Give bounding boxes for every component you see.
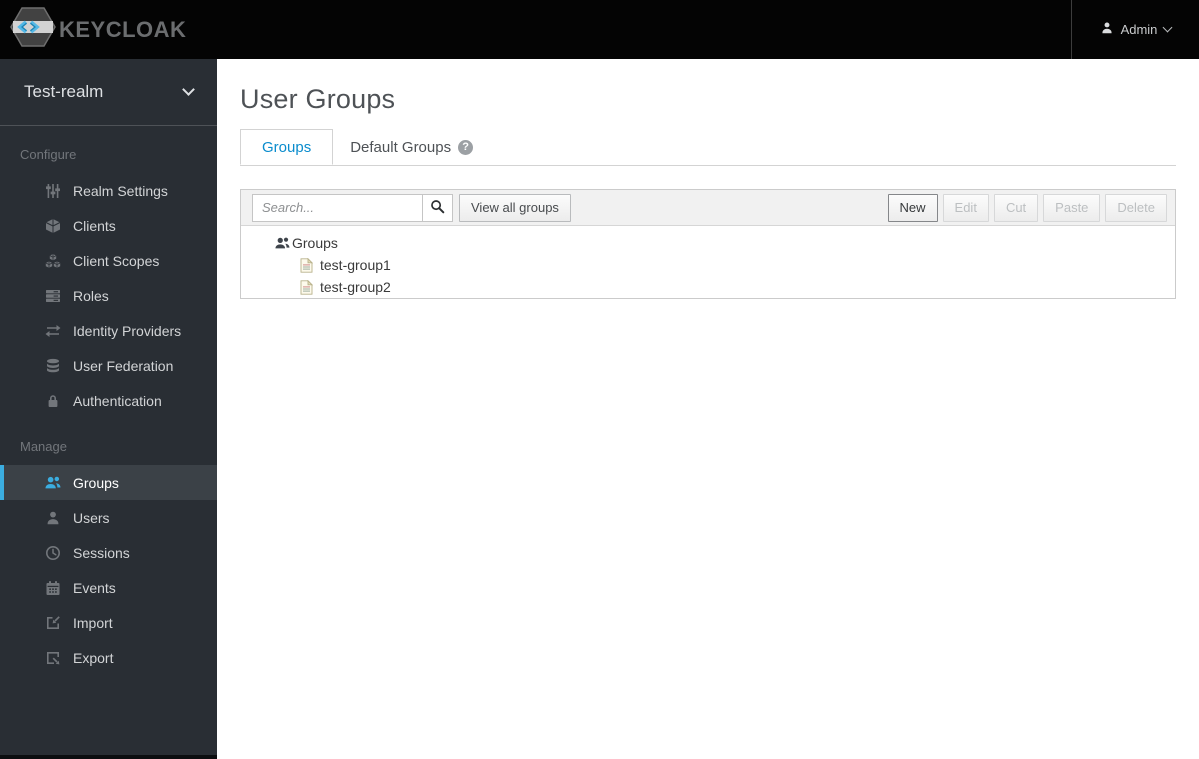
sidebar-item-roles[interactable]: Roles xyxy=(0,278,217,313)
sidebar-section-manage: Manage xyxy=(20,439,67,454)
tree-node-label: test-group2 xyxy=(320,279,391,295)
realm-selector[interactable]: Test-realm xyxy=(0,59,217,126)
help-icon[interactable]: ? xyxy=(458,139,474,155)
tree-node-groups-root[interactable]: Groups xyxy=(274,232,346,254)
sliders-icon xyxy=(44,182,61,199)
sidebar: Test-realm Configure Realm Settings Clie… xyxy=(0,59,217,759)
file-icon xyxy=(300,279,313,295)
keycloak-hexagon-icon xyxy=(10,6,56,53)
user-icon xyxy=(1100,21,1114,38)
sidebar-item-users[interactable]: Users xyxy=(0,500,217,535)
database-icon xyxy=(44,357,61,374)
clock-icon xyxy=(44,544,61,561)
cut-button[interactable]: Cut xyxy=(993,193,1039,222)
sidebar-item-groups[interactable]: Groups xyxy=(0,465,217,500)
cubes-icon xyxy=(44,252,61,269)
tab-label: Default Groups xyxy=(350,138,452,156)
tab-default-groups[interactable]: Default Groups ? xyxy=(333,129,490,165)
groups-toolbar: View all groups New Edit Cut Paste Delet… xyxy=(241,190,1175,226)
search-icon xyxy=(430,199,445,217)
tree-node-label: test-group1 xyxy=(320,257,391,273)
sidebar-item-label: Clients xyxy=(73,217,116,234)
sidebar-item-import[interactable]: Import xyxy=(0,605,217,640)
realm-name: Test-realm xyxy=(24,82,104,101)
user-dropdown[interactable]: Admin xyxy=(1071,0,1199,59)
new-button[interactable]: New xyxy=(887,193,938,222)
group-actions: New Edit Cut Paste Delete xyxy=(887,193,1167,222)
delete-button[interactable]: Delete xyxy=(1105,193,1167,222)
lock-icon xyxy=(44,392,61,409)
sidebar-item-label: Groups xyxy=(73,474,119,491)
sidebar-item-label: Realm Settings xyxy=(73,182,168,199)
sidebar-item-authentication[interactable]: Authentication xyxy=(0,383,217,418)
keycloak-admin-console: KEYCLOAK Admin Test-realm Configure Real… xyxy=(0,0,1199,759)
sidebar-section-configure: Configure xyxy=(20,147,77,162)
paste-button[interactable]: Paste xyxy=(1043,193,1101,222)
calendar-icon xyxy=(44,579,61,596)
tab-groups[interactable]: Groups xyxy=(240,129,334,165)
sidebar-item-label: Import xyxy=(73,614,113,631)
chevron-down-icon xyxy=(1162,22,1173,33)
sidebar-item-label: Roles xyxy=(73,287,109,304)
sidebar-item-label: User Federation xyxy=(73,357,174,374)
search-input[interactable] xyxy=(252,193,423,222)
sidebar-item-sessions[interactable]: Sessions xyxy=(0,535,217,570)
sidebar-item-label: Export xyxy=(73,649,114,666)
sidebar-item-export[interactable]: Export xyxy=(0,640,217,675)
sidebar-item-realm-settings[interactable]: Realm Settings xyxy=(0,173,217,208)
keycloak-logo[interactable]: KEYCLOAK xyxy=(10,0,186,59)
top-navbar: KEYCLOAK Admin xyxy=(0,0,1199,59)
sidebar-item-events[interactable]: Events xyxy=(0,570,217,605)
sidebar-item-label: Events xyxy=(73,579,116,596)
users-icon xyxy=(274,236,290,250)
sidebar-item-identity-providers[interactable]: Identity Providers xyxy=(0,313,217,348)
sidebar-item-label: Users xyxy=(73,509,110,526)
file-icon xyxy=(300,257,313,273)
import-icon xyxy=(44,614,61,631)
search-group xyxy=(252,193,453,222)
groups-tree: Groups test-group1 test-group2 xyxy=(241,226,1175,298)
view-all-groups-button[interactable]: View all groups xyxy=(459,193,571,222)
exchange-arrows-icon xyxy=(44,322,61,339)
tasks-icon xyxy=(44,287,61,304)
brand-wordmark: KEYCLOAK xyxy=(59,16,187,42)
sidebar-item-label: Identity Providers xyxy=(73,322,182,339)
tree-node-test-group1[interactable]: test-group1 xyxy=(300,254,399,276)
chevron-down-icon xyxy=(182,83,195,96)
sidebar-item-label: Sessions xyxy=(73,544,130,561)
user-name: Admin xyxy=(1120,22,1158,37)
sidebar-item-client-scopes[interactable]: Client Scopes xyxy=(0,243,217,278)
search-button[interactable] xyxy=(423,193,453,222)
tree-node-test-group2[interactable]: test-group2 xyxy=(300,276,399,298)
sidebar-item-label: Authentication xyxy=(73,392,162,409)
users-icon xyxy=(44,474,61,491)
cube-icon xyxy=(44,217,61,234)
main-content: User Groups Groups Default Groups ? Sear… xyxy=(217,59,1199,759)
tab-label: Groups xyxy=(262,138,312,156)
tree-node-label: Groups xyxy=(292,235,338,251)
export-icon xyxy=(44,649,61,666)
sidebar-item-user-federation[interactable]: User Federation xyxy=(0,348,217,383)
sidebar-item-clients[interactable]: Clients xyxy=(0,208,217,243)
user-icon xyxy=(44,509,61,526)
tab-bar: Groups Default Groups ? xyxy=(240,129,1176,166)
groups-panel: View all groups New Edit Cut Paste Delet… xyxy=(240,189,1176,299)
page-title: User Groups xyxy=(240,84,396,114)
edit-button[interactable]: Edit xyxy=(942,193,989,222)
sidebar-item-label: Client Scopes xyxy=(73,252,160,269)
